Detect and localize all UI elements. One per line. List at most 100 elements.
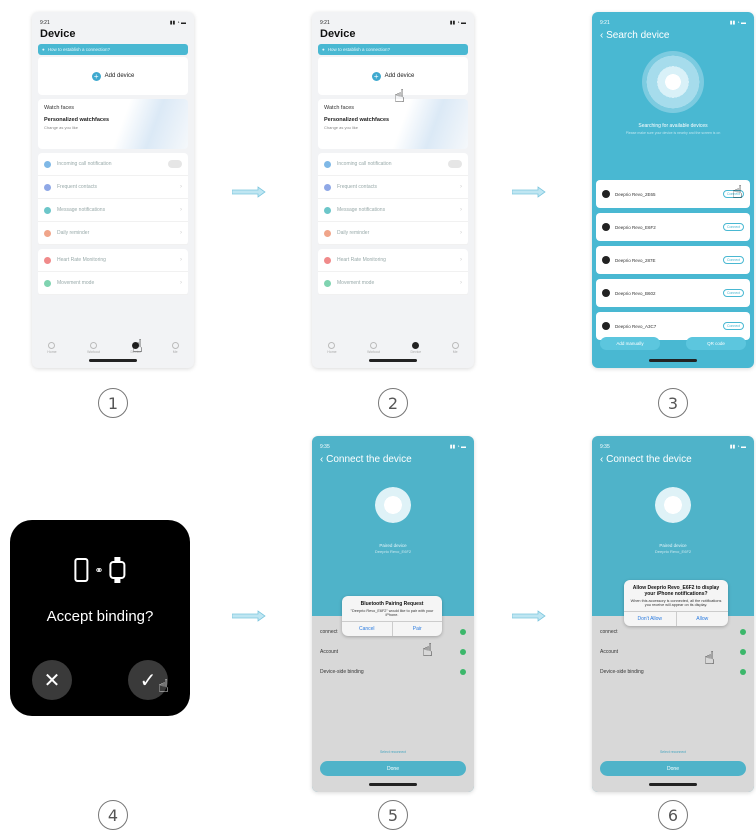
- connection-help-banner[interactable]: ● How to establish a connection?: [318, 44, 468, 55]
- connect-button[interactable]: Connect: [722, 289, 744, 297]
- list-item[interactable]: Deeprio Revo_E6F2 Connect: [596, 213, 750, 241]
- add-device-button[interactable]: + Add device: [318, 57, 468, 95]
- check-status-icon: [460, 669, 466, 675]
- settings-list-2: Heart Rate Monitoring › Movement mode ›: [318, 249, 468, 295]
- dont-allow-button[interactable]: Don't Allow: [624, 612, 676, 626]
- row-label: connect: [600, 629, 618, 635]
- tab-device[interactable]: Device: [411, 342, 421, 354]
- add-device-button[interactable]: + Add device: [38, 57, 188, 95]
- change-label: Change as you like: [44, 125, 79, 130]
- home-indicator: [89, 359, 137, 362]
- check-status-icon: [460, 629, 466, 635]
- list-item[interactable]: Message notifications ›: [318, 199, 468, 222]
- list-item[interactable]: Movement mode ›: [318, 272, 468, 295]
- nav-bar: ‹ Connect the device: [312, 452, 474, 467]
- link-icon: ⚭: [94, 564, 104, 577]
- signal-icon: ▮▮ ◔ ▬: [729, 20, 746, 26]
- step-number: 3: [658, 388, 688, 418]
- tab-me[interactable]: Me: [451, 342, 459, 354]
- pair-button[interactable]: Pair: [391, 622, 443, 636]
- device-name: Deeprio Revo_2E65: [615, 191, 656, 197]
- row-label: Movement mode: [57, 280, 95, 286]
- person-icon: [451, 342, 459, 349]
- tab-label: Me: [452, 350, 458, 354]
- allow-button[interactable]: Allow: [675, 612, 729, 626]
- check-status-icon: [740, 649, 746, 655]
- device-list: Deeprio Revo_2E65 Connect Deeprio Revo_E6…: [596, 180, 750, 345]
- list-item[interactable]: Heart Rate Monitoring ›: [318, 249, 468, 272]
- reconnect-link[interactable]: Select reconnect: [312, 750, 474, 754]
- reject-button[interactable]: ✕: [32, 660, 72, 700]
- device-name: Deeprio Revo_B602: [615, 290, 656, 296]
- tab-bar: Home Workout Device Me: [32, 342, 194, 354]
- phone-icon: [44, 160, 51, 168]
- add-device-label: Add device: [104, 73, 135, 79]
- row-label: Frequent contacts: [337, 184, 378, 190]
- status-time: 9:35: [320, 444, 330, 450]
- list-item[interactable]: Frequent contacts ›: [318, 176, 468, 199]
- tab-bar: Home Workout Device Me: [312, 342, 474, 354]
- cancel-button[interactable]: Cancel: [342, 622, 392, 636]
- tab-me[interactable]: Me: [171, 342, 179, 354]
- watch-faces-label: Watch faces: [324, 105, 355, 111]
- row-label: Account: [320, 649, 339, 655]
- add-manually-button[interactable]: Add manually: [600, 337, 660, 350]
- reconnect-link[interactable]: Select reconnect: [592, 750, 754, 754]
- list-item[interactable]: Incoming call notification: [38, 153, 188, 176]
- watch-faces-card[interactable]: Watch faces Personalized watchfaces Chan…: [318, 99, 468, 149]
- list-item[interactable]: Movement mode ›: [38, 272, 188, 295]
- list-item[interactable]: Message notifications ›: [38, 199, 188, 222]
- pointer-hand-icon: ☝: [704, 648, 715, 668]
- check-status-icon: [740, 629, 746, 635]
- tab-home[interactable]: Home: [327, 342, 337, 354]
- phone-icon: [74, 558, 89, 582]
- status-bar: 9:21 ▮▮ ◔ ▬: [312, 12, 474, 28]
- step-number: 2: [378, 388, 408, 418]
- signal-icon: ▮▮ ◔ ▬: [449, 20, 466, 26]
- row-label: connect: [320, 629, 338, 635]
- tab-label: Me: [172, 350, 178, 354]
- list-item[interactable]: Deeprio Revo_B602 Connect: [596, 279, 750, 307]
- done-button[interactable]: Done: [600, 761, 746, 776]
- chevron-right-icon: ›: [180, 207, 182, 213]
- watch-faces-card[interactable]: Watch faces Personalized watchfaces Chan…: [38, 99, 188, 149]
- step-number: 4: [98, 800, 128, 830]
- chevron-right-icon: ›: [460, 207, 462, 213]
- done-button[interactable]: Done: [320, 761, 466, 776]
- arrow-right-icon: [512, 610, 546, 622]
- tab-workout[interactable]: Workout: [87, 342, 100, 354]
- device-name: Deeprio Revo_A3C7: [615, 323, 657, 329]
- contacts-icon: [44, 183, 51, 191]
- personalized-label: Personalized watchfaces: [44, 117, 110, 123]
- list-item[interactable]: Incoming call notification: [318, 153, 468, 176]
- chevron-right-icon: ›: [180, 230, 182, 236]
- connect-button[interactable]: Connect: [722, 223, 744, 231]
- plus-icon: +: [91, 71, 101, 81]
- dialog-buttons: Cancel Pair: [342, 621, 442, 636]
- list-item[interactable]: Daily reminder ›: [38, 222, 188, 245]
- pointer-hand-icon: ☝: [394, 86, 405, 106]
- status-bar: 9:21 ▮▮ ◔ ▬: [32, 12, 194, 28]
- list-item[interactable]: Deeprio Revo_287E Connect: [596, 246, 750, 274]
- list-item[interactable]: Frequent contacts ›: [38, 176, 188, 199]
- step-number: 5: [378, 800, 408, 830]
- list-item[interactable]: Heart Rate Monitoring ›: [38, 249, 188, 272]
- nav-bar: ‹ Connect the device: [592, 452, 754, 467]
- toggle-switch[interactable]: [448, 160, 462, 168]
- watch-faces-label: Watch faces: [44, 105, 75, 111]
- device-icon: [412, 342, 420, 349]
- connect-button[interactable]: Connect: [722, 322, 744, 330]
- toggle-switch[interactable]: [168, 160, 182, 168]
- list-item[interactable]: Deeprio Revo_A3C7 Connect: [596, 312, 750, 340]
- tab-home[interactable]: Home: [47, 342, 57, 354]
- connection-help-banner[interactable]: ● How to establish a connection?: [38, 44, 188, 55]
- dialog-buttons: Don't Allow Allow: [624, 611, 728, 626]
- tab-workout[interactable]: Workout: [367, 342, 380, 354]
- qr-code-button[interactable]: QR code: [686, 337, 746, 350]
- list-item[interactable]: Daily reminder ›: [318, 222, 468, 245]
- banner-text: How to establish a connection?: [47, 47, 111, 52]
- connect-button[interactable]: Connect: [722, 256, 744, 264]
- row-label: Message notifications: [337, 207, 386, 213]
- watch-screen: ⚭ Accept binding? ✕ ✓ ☝: [10, 520, 190, 716]
- list-item[interactable]: Deeprio Revo_2E65 Connect: [596, 180, 750, 208]
